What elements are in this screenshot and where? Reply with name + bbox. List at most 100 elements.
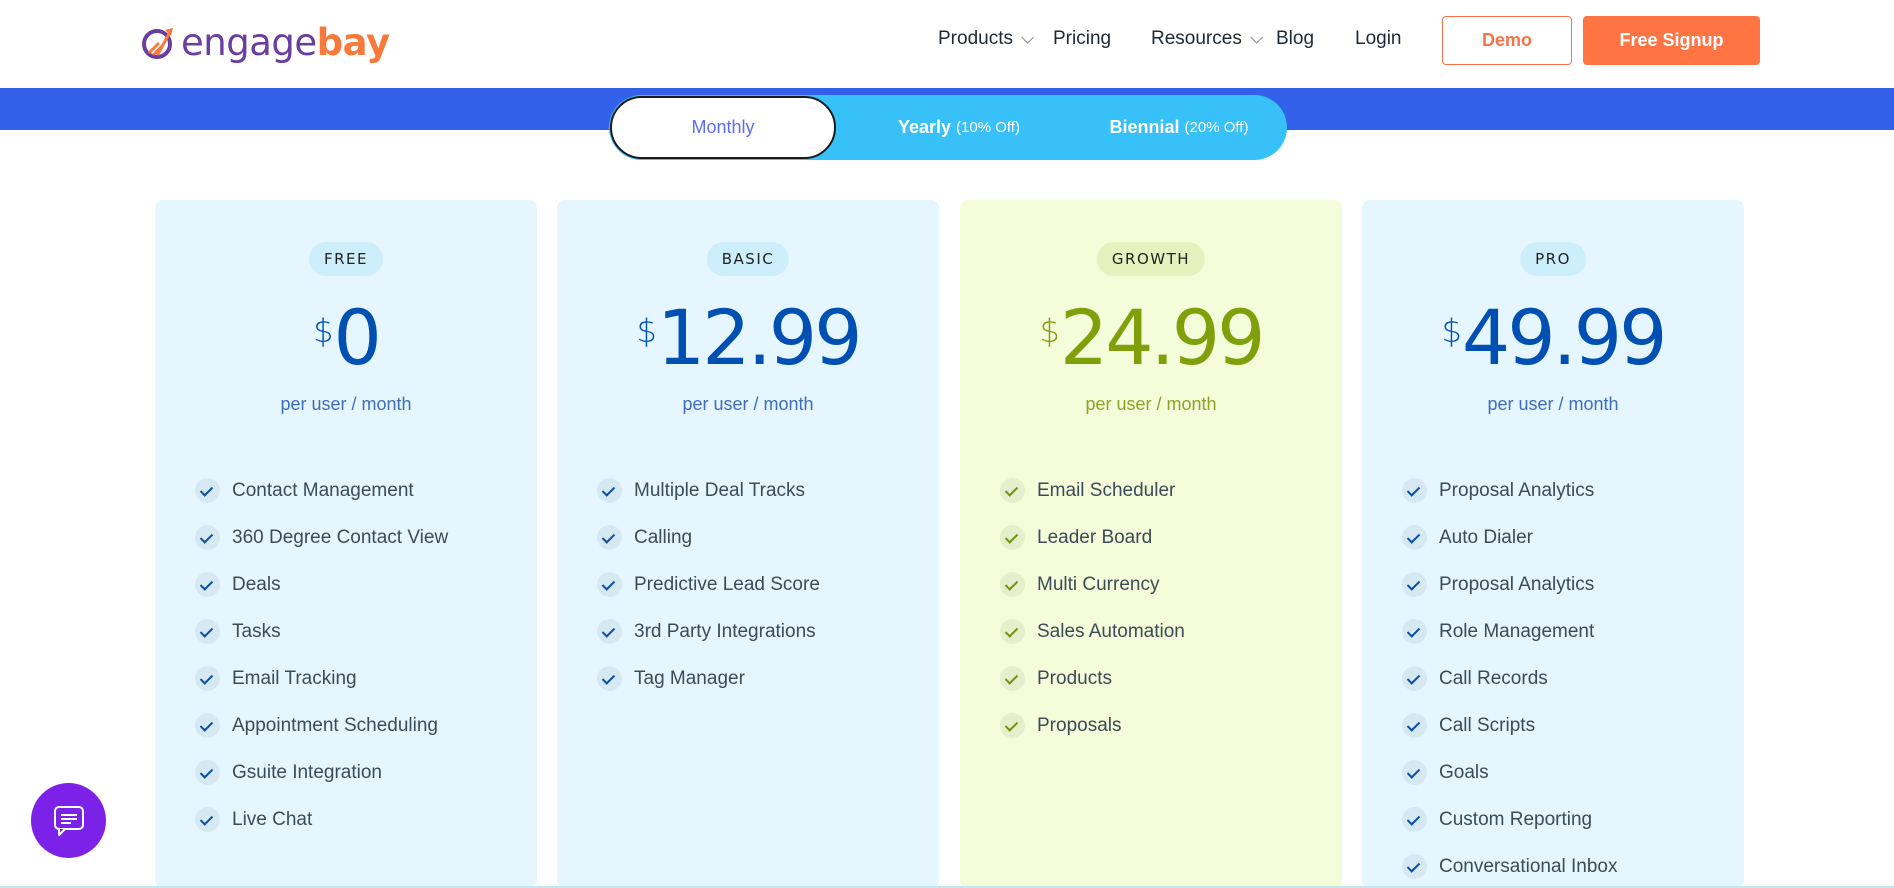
check-icon bbox=[597, 666, 622, 691]
toggle-biennial[interactable]: Biennial (20% Off) bbox=[1079, 95, 1279, 160]
feature-item: Leader Board bbox=[1000, 514, 1185, 561]
feature-item: Gsuite Integration bbox=[195, 749, 448, 796]
feature-item: Proposals bbox=[1000, 702, 1185, 749]
logo-text: engagebay bbox=[181, 24, 390, 61]
price-amount: 0 bbox=[333, 293, 382, 382]
check-icon bbox=[1402, 713, 1427, 738]
logo-text-bay: bay bbox=[316, 20, 390, 64]
nav-pricing[interactable]: Pricing bbox=[1053, 28, 1111, 50]
chat-bubble-icon bbox=[53, 805, 84, 836]
check-icon bbox=[597, 572, 622, 597]
currency-symbol: $ bbox=[636, 312, 657, 350]
feature-label: Calling bbox=[634, 526, 693, 548]
toggle-yearly-label: Yearly bbox=[898, 117, 952, 137]
check-icon bbox=[195, 760, 220, 785]
feature-item: Multiple Deal Tracks bbox=[597, 467, 820, 514]
check-icon bbox=[1000, 525, 1025, 550]
feature-label: Proposal Analytics bbox=[1439, 573, 1595, 595]
feature-item: Proposal Analytics bbox=[1402, 561, 1618, 608]
feature-item: Email Scheduler bbox=[1000, 467, 1185, 514]
check-icon bbox=[195, 713, 220, 738]
feature-item: Proposal Analytics bbox=[1402, 467, 1618, 514]
nav-login-label: Login bbox=[1355, 28, 1402, 49]
feature-item: Appointment Scheduling bbox=[195, 702, 448, 749]
feature-label: Tag Manager bbox=[634, 667, 745, 689]
check-icon bbox=[1402, 666, 1427, 691]
plan-badge: GROWTH bbox=[1096, 242, 1206, 276]
plan-badge: PRO bbox=[1520, 242, 1586, 276]
check-icon bbox=[1000, 619, 1025, 644]
check-icon bbox=[195, 619, 220, 644]
toggle-biennial-discount: (20% Off) bbox=[1184, 119, 1249, 136]
toggle-monthly[interactable]: Monthly bbox=[610, 96, 836, 159]
nav-resources-label: Resources bbox=[1151, 28, 1242, 49]
price-period: per user / month bbox=[280, 394, 412, 414]
plan-card-growth: GROWTH $24.99 per user / month Email Sch… bbox=[960, 200, 1342, 888]
feature-item: Call Scripts bbox=[1402, 702, 1618, 749]
check-icon bbox=[597, 619, 622, 644]
feature-item: Call Records bbox=[1402, 655, 1618, 702]
feature-label: Leader Board bbox=[1037, 526, 1153, 548]
nav-blog-label: Blog bbox=[1276, 28, 1315, 49]
nav-pricing-label: Pricing bbox=[1053, 28, 1112, 49]
feature-item: Live Chat bbox=[195, 796, 448, 843]
feature-item: 360 Degree Contact View bbox=[195, 514, 448, 561]
feature-label: Call Records bbox=[1439, 667, 1548, 689]
plan-card-free: FREE $0 per user / month Contact Managem… bbox=[155, 200, 537, 888]
plan-badge: BASIC bbox=[706, 242, 790, 276]
feature-label: Call Scripts bbox=[1439, 714, 1536, 736]
site-header: engagebay Products Pricing Resources Blo… bbox=[0, 0, 1894, 87]
toggle-yearly[interactable]: Yearly (10% Off) bbox=[859, 95, 1059, 160]
price-amount: 12.99 bbox=[656, 293, 863, 382]
feature-item: Multi Currency bbox=[1000, 561, 1185, 608]
check-icon bbox=[195, 525, 220, 550]
feature-label: Auto Dialer bbox=[1439, 526, 1533, 548]
feature-item: Sales Automation bbox=[1000, 608, 1185, 655]
billing-period-toggle: Monthly Yearly (10% Off) Biennial (20% O… bbox=[609, 95, 1287, 160]
feature-label: Email Tracking bbox=[232, 667, 357, 689]
nav-products[interactable]: Products bbox=[938, 28, 1034, 50]
nav-login[interactable]: Login bbox=[1355, 28, 1402, 50]
logo-mark-icon bbox=[142, 28, 173, 59]
feature-label: 360 Degree Contact View bbox=[232, 526, 449, 548]
feature-item: Role Management bbox=[1402, 608, 1618, 655]
feature-item: Conversational Inbox bbox=[1402, 843, 1618, 888]
check-icon bbox=[1402, 572, 1427, 597]
chat-widget-button[interactable] bbox=[31, 783, 106, 858]
check-icon bbox=[1000, 572, 1025, 597]
feature-item: Auto Dialer bbox=[1402, 514, 1618, 561]
price-period: per user / month bbox=[1085, 394, 1217, 414]
nav-blog[interactable]: Blog bbox=[1276, 28, 1314, 50]
plan-price: $49.99 bbox=[1362, 300, 1744, 376]
check-icon bbox=[1000, 713, 1025, 738]
check-icon bbox=[195, 807, 220, 832]
feature-label: Live Chat bbox=[232, 808, 313, 830]
feature-label: Proposals bbox=[1037, 714, 1122, 736]
feature-item: 3rd Party Integrations bbox=[597, 608, 820, 655]
free-signup-button[interactable]: Free Signup bbox=[1583, 16, 1760, 65]
check-icon bbox=[1000, 478, 1025, 503]
engagebay-logo[interactable]: engagebay bbox=[140, 20, 390, 64]
feature-label: Gsuite Integration bbox=[232, 761, 382, 783]
plan-price: $0 bbox=[155, 300, 537, 376]
toggle-monthly-label: Monthly bbox=[691, 117, 755, 137]
plan-card-basic: BASIC $12.99 per user / month Multiple D… bbox=[557, 200, 939, 888]
chevron-down-icon bbox=[1021, 30, 1034, 44]
feature-item: Email Tracking bbox=[195, 655, 448, 702]
feature-label: Multi Currency bbox=[1037, 573, 1160, 595]
feature-label: Predictive Lead Score bbox=[634, 573, 820, 595]
check-icon bbox=[1000, 666, 1025, 691]
check-icon bbox=[1402, 807, 1427, 832]
feature-item: Products bbox=[1000, 655, 1185, 702]
plan-card-pro: PRO $49.99 per user / month Proposal Ana… bbox=[1362, 200, 1744, 888]
feature-label: Appointment Scheduling bbox=[232, 714, 438, 736]
currency-symbol: $ bbox=[313, 312, 334, 350]
plan-badge: FREE bbox=[308, 242, 384, 276]
feature-label: Conversational Inbox bbox=[1439, 855, 1618, 877]
check-icon bbox=[1402, 619, 1427, 644]
price-period: per user / month bbox=[1487, 394, 1619, 414]
nav-resources[interactable]: Resources bbox=[1151, 28, 1263, 50]
demo-button[interactable]: Demo bbox=[1442, 16, 1572, 65]
feature-label: 3rd Party Integrations bbox=[634, 620, 816, 642]
check-icon bbox=[195, 666, 220, 691]
